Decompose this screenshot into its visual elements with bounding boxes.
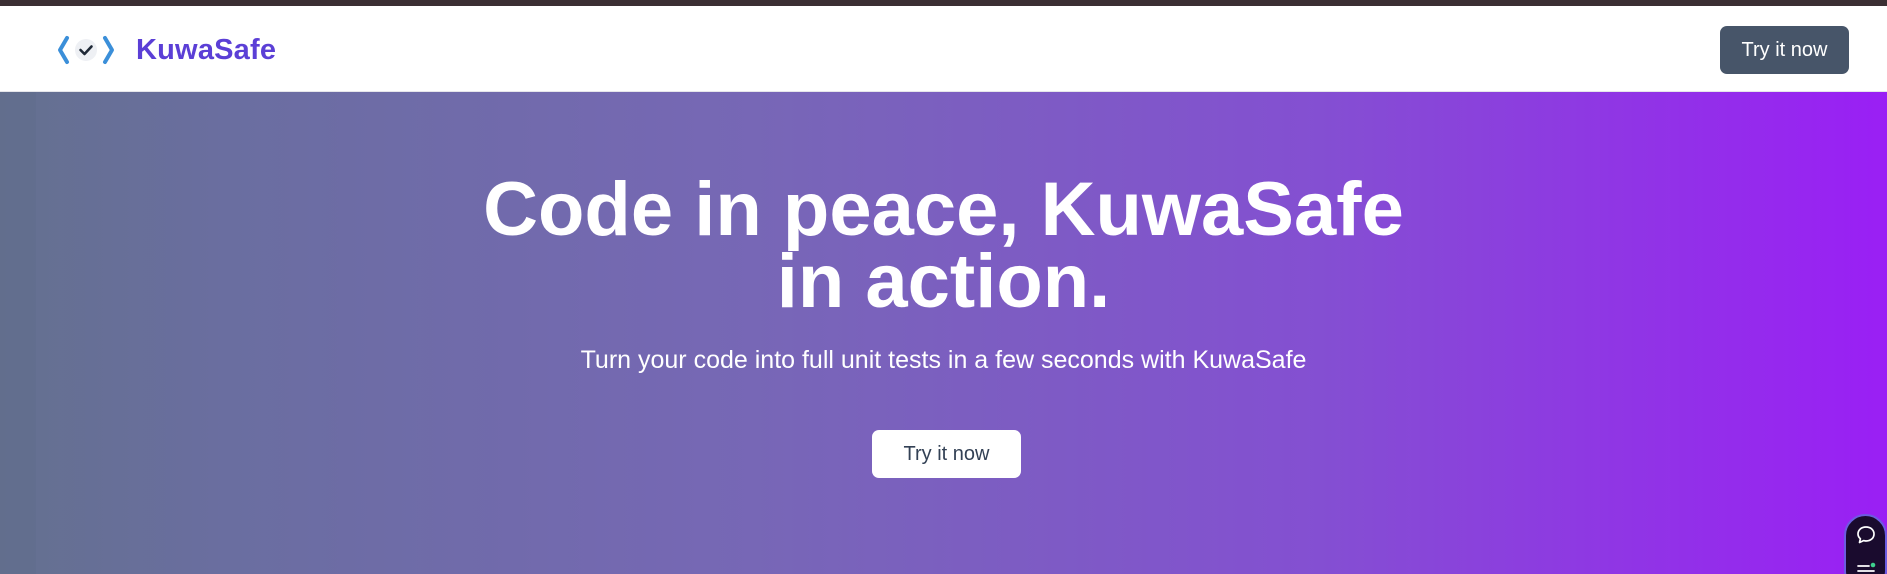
navbar: KuwaSafe Try it now <box>0 6 1887 92</box>
hero-try-it-now-button[interactable]: Try it now <box>872 430 1021 478</box>
nav-try-it-now-button[interactable]: Try it now <box>1720 26 1849 74</box>
hero-subtitle: Turn your code into full unit tests in a… <box>580 346 1307 374</box>
hero-section: Code in peace, KuwaSafe in action. Turn … <box>0 92 1887 574</box>
brand-name: KuwaSafe <box>136 33 277 66</box>
hero-title-line-1: Code in peace, KuwaSafe <box>483 167 1404 252</box>
chat-button[interactable] <box>1852 522 1880 548</box>
hero-title-line-2: in action. <box>776 239 1111 324</box>
hero-edge-shade <box>0 92 36 574</box>
logo[interactable]: KuwaSafe <box>56 32 276 68</box>
menu-list-icon <box>1856 562 1875 572</box>
chat-bubble-icon <box>1856 526 1875 544</box>
code-check-icon <box>58 36 114 64</box>
side-widget <box>1844 514 1887 574</box>
menu-button[interactable] <box>1852 558 1880 574</box>
hero-title: Code in peace, KuwaSafe in action. <box>0 167 1887 324</box>
